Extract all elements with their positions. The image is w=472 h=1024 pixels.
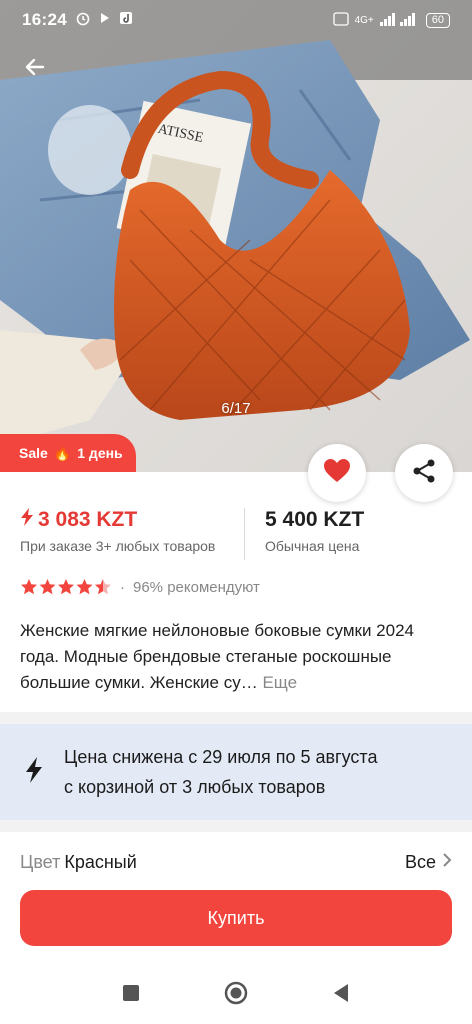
triangle-back-icon xyxy=(334,983,348,1002)
alarm-icon xyxy=(75,10,91,31)
fire-icon: 🔥 xyxy=(53,444,72,461)
section-divider xyxy=(0,820,472,832)
stars-icon xyxy=(21,579,111,595)
sale-badge: Sale 🔥 1 день xyxy=(0,434,136,472)
product-title-text: Женские мягкие нейлоновые боковые сумки … xyxy=(20,621,414,692)
price-section: 3 083 KZT При заказе 3+ любых товаров 5 … xyxy=(0,508,472,568)
home-button[interactable] xyxy=(224,981,248,1010)
sale-price: 3 083 KZT xyxy=(38,508,138,531)
recent-apps-button[interactable] xyxy=(122,984,140,1007)
color-selector[interactable]: Цвет Красный Все xyxy=(20,852,452,873)
price-drop-banner: Цена снижена с 29 июля по 5 августа с ко… xyxy=(0,724,472,820)
lightning-icon xyxy=(20,508,34,532)
chevron-right-icon xyxy=(442,852,452,873)
arrow-left-icon xyxy=(23,55,47,84)
star-rating xyxy=(20,578,112,596)
lightning-icon xyxy=(24,756,44,789)
product-image-gallery[interactable]: ATISSE 16:24 4G+ 60 6/17 Sale 🔥 1 день xyxy=(0,0,472,472)
image-counter: 6/17 xyxy=(221,400,251,417)
recommend-text: 96% рекомендуют xyxy=(133,578,260,596)
sale-price-block: 3 083 KZT При заказе 3+ любых товаров xyxy=(0,508,245,560)
app-notification-icon xyxy=(119,10,133,30)
status-time: 16:24 xyxy=(22,10,67,29)
favorite-button[interactable] xyxy=(308,444,366,502)
regular-price-block: 5 400 KZT Обычная цена xyxy=(245,508,364,568)
square-icon xyxy=(123,984,139,1001)
home-circle-icon xyxy=(224,981,248,1004)
regular-price-note: Обычная цена xyxy=(265,538,360,554)
rating-row[interactable]: · 96% рекомендуют xyxy=(20,578,260,596)
signal-icon xyxy=(379,12,420,29)
status-bar: 16:24 4G+ 60 xyxy=(0,0,472,40)
buy-button[interactable]: Купить xyxy=(20,890,452,946)
see-all-label: Все xyxy=(404,852,436,872)
see-all-colors[interactable]: Все xyxy=(405,852,452,873)
network-type: 4G+ xyxy=(354,14,374,26)
regular-price: 5 400 KZT xyxy=(265,508,365,531)
sale-duration: 1 день xyxy=(77,445,123,461)
back-button[interactable] xyxy=(18,52,52,86)
play-icon xyxy=(99,10,111,30)
system-nav-bar xyxy=(0,966,472,1024)
promo-line-1: Цена снижена с 29 июля по 5 августа xyxy=(64,747,378,767)
volte-icon xyxy=(332,11,349,29)
product-title[interactable]: Женские мягкие нейлоновые боковые сумки … xyxy=(20,618,450,696)
back-nav-button[interactable] xyxy=(332,983,350,1008)
share-button[interactable] xyxy=(395,444,453,502)
share-icon xyxy=(411,458,437,489)
color-label: Цвет xyxy=(20,852,61,872)
promo-line-2: с корзиной от 3 любых товаров xyxy=(64,777,326,797)
sale-price-note: При заказе 3+ любых товаров xyxy=(20,538,216,554)
sale-label: Sale xyxy=(19,445,48,461)
section-divider xyxy=(0,712,472,724)
dot-separator: · xyxy=(120,578,125,596)
color-value: Красный xyxy=(64,852,137,872)
battery-indicator: 60 xyxy=(425,12,450,28)
heart-icon xyxy=(323,458,351,489)
more-link[interactable]: Еще xyxy=(262,673,297,692)
